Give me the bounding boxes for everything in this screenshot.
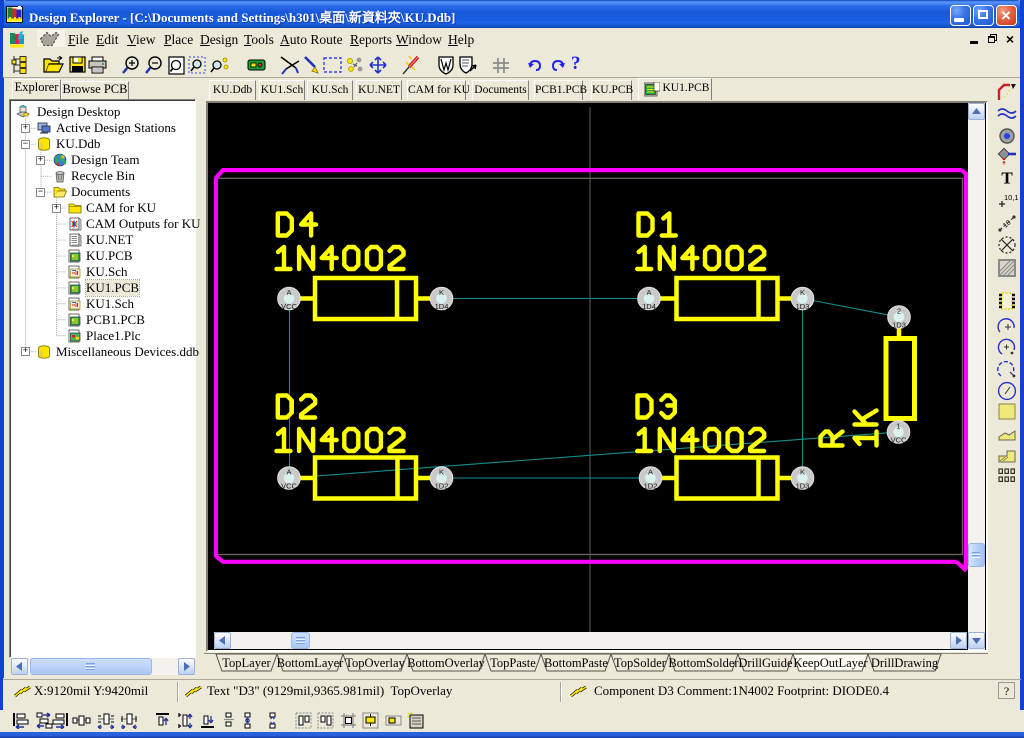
svg-text:K: K <box>799 288 804 297</box>
svg-text:A: A <box>286 288 291 297</box>
svg-text:VCC: VCC <box>890 435 906 444</box>
svg-text:A: A <box>647 467 652 476</box>
svg-text:VCC: VCC <box>281 481 297 490</box>
svg-text:1D2: 1D2 <box>643 481 657 490</box>
svg-text:TopSolder: TopSolder <box>614 656 667 670</box>
svg-text:K: K <box>438 467 443 476</box>
svg-text:10: 10 <box>1002 219 1013 229</box>
svg-text:2: 2 <box>896 306 900 315</box>
svg-text:1D3: 1D3 <box>795 302 809 311</box>
svg-text:A: A <box>646 288 651 297</box>
svg-text:1D4: 1D4 <box>434 302 448 311</box>
svg-text:KeepOutLayer: KeepOutLayer <box>793 656 868 670</box>
svg-text:DrillGuide: DrillGuide <box>738 656 793 670</box>
svg-text:1D2: 1D2 <box>434 481 448 490</box>
svg-text:1D3: 1D3 <box>892 320 906 329</box>
svg-text:TopPaste: TopPaste <box>490 656 536 670</box>
svg-text:1D3: 1D3 <box>795 481 809 490</box>
svg-text:BottomPaste: BottomPaste <box>544 656 608 670</box>
svg-text:1: 1 <box>896 421 900 430</box>
svg-text:10,10: 10,10 <box>1004 193 1019 202</box>
svg-text:BottomOverlay: BottomOverlay <box>407 656 486 670</box>
svg-text:VCC: VCC <box>281 302 297 311</box>
svg-text:K: K <box>799 467 804 476</box>
svg-text:K: K <box>438 288 443 297</box>
svg-text:TopOverlay: TopOverlay <box>345 656 405 670</box>
svg-text:1D4: 1D4 <box>642 302 656 311</box>
svg-text:A: A <box>286 467 291 476</box>
svg-text:T: T <box>1001 169 1013 188</box>
svg-text:BottomLayer: BottomLayer <box>277 656 344 670</box>
svg-text:BottomSolder: BottomSolder <box>668 656 739 670</box>
svg-text:TopLayer: TopLayer <box>222 656 271 670</box>
svg-text:DrillDrawing: DrillDrawing <box>871 656 939 670</box>
